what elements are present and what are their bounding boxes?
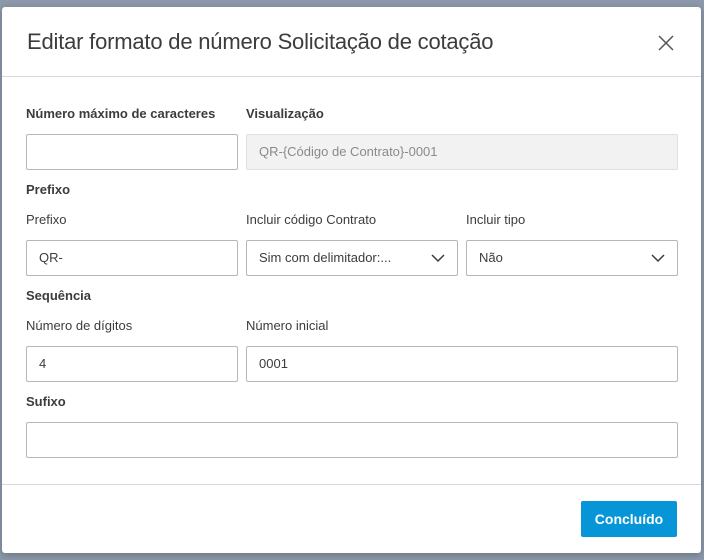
include-contract-code-value: Sim com delimitador:... xyxy=(259,250,392,265)
start-number-label: Número inicial xyxy=(246,318,329,333)
chevron-down-icon xyxy=(431,254,445,263)
include-type-select[interactable]: Não xyxy=(466,240,678,276)
include-type-label: Incluir tipo xyxy=(466,212,526,227)
include-contract-code-select[interactable]: Sim com delimitador:... xyxy=(246,240,458,276)
dialog-title: Editar formato de número Solicitação de … xyxy=(27,29,494,54)
digits-input[interactable]: 4 xyxy=(26,346,238,382)
suffix-label: Sufixo xyxy=(26,394,66,409)
preview-label: Visualização xyxy=(246,106,324,121)
sequence-section-heading: Sequência xyxy=(26,288,92,303)
start-number-input[interactable]: 0001 xyxy=(246,346,678,382)
prefix-label: Prefixo xyxy=(26,212,67,227)
footer-divider xyxy=(2,484,701,485)
include-contract-code-label: Incluir código Contrato xyxy=(246,212,377,227)
max-chars-input[interactable] xyxy=(26,134,238,170)
chevron-down-icon xyxy=(651,254,665,263)
prefix-input[interactable]: QR- xyxy=(26,240,238,276)
close-icon[interactable] xyxy=(656,33,676,53)
preview-field: QR-{Código de Contrato}-0001 xyxy=(246,134,678,170)
prefix-section-heading: Prefixo xyxy=(26,182,71,197)
done-button[interactable]: Concluído xyxy=(581,501,677,537)
edit-number-format-dialog: Editar formato de número Solicitação de … xyxy=(2,7,701,553)
suffix-input[interactable] xyxy=(26,422,678,458)
header-divider xyxy=(2,76,701,77)
include-type-value: Não xyxy=(479,250,503,265)
max-chars-label: Número máximo de caracteres xyxy=(26,106,216,121)
digits-label: Número de dígitos xyxy=(26,318,133,333)
